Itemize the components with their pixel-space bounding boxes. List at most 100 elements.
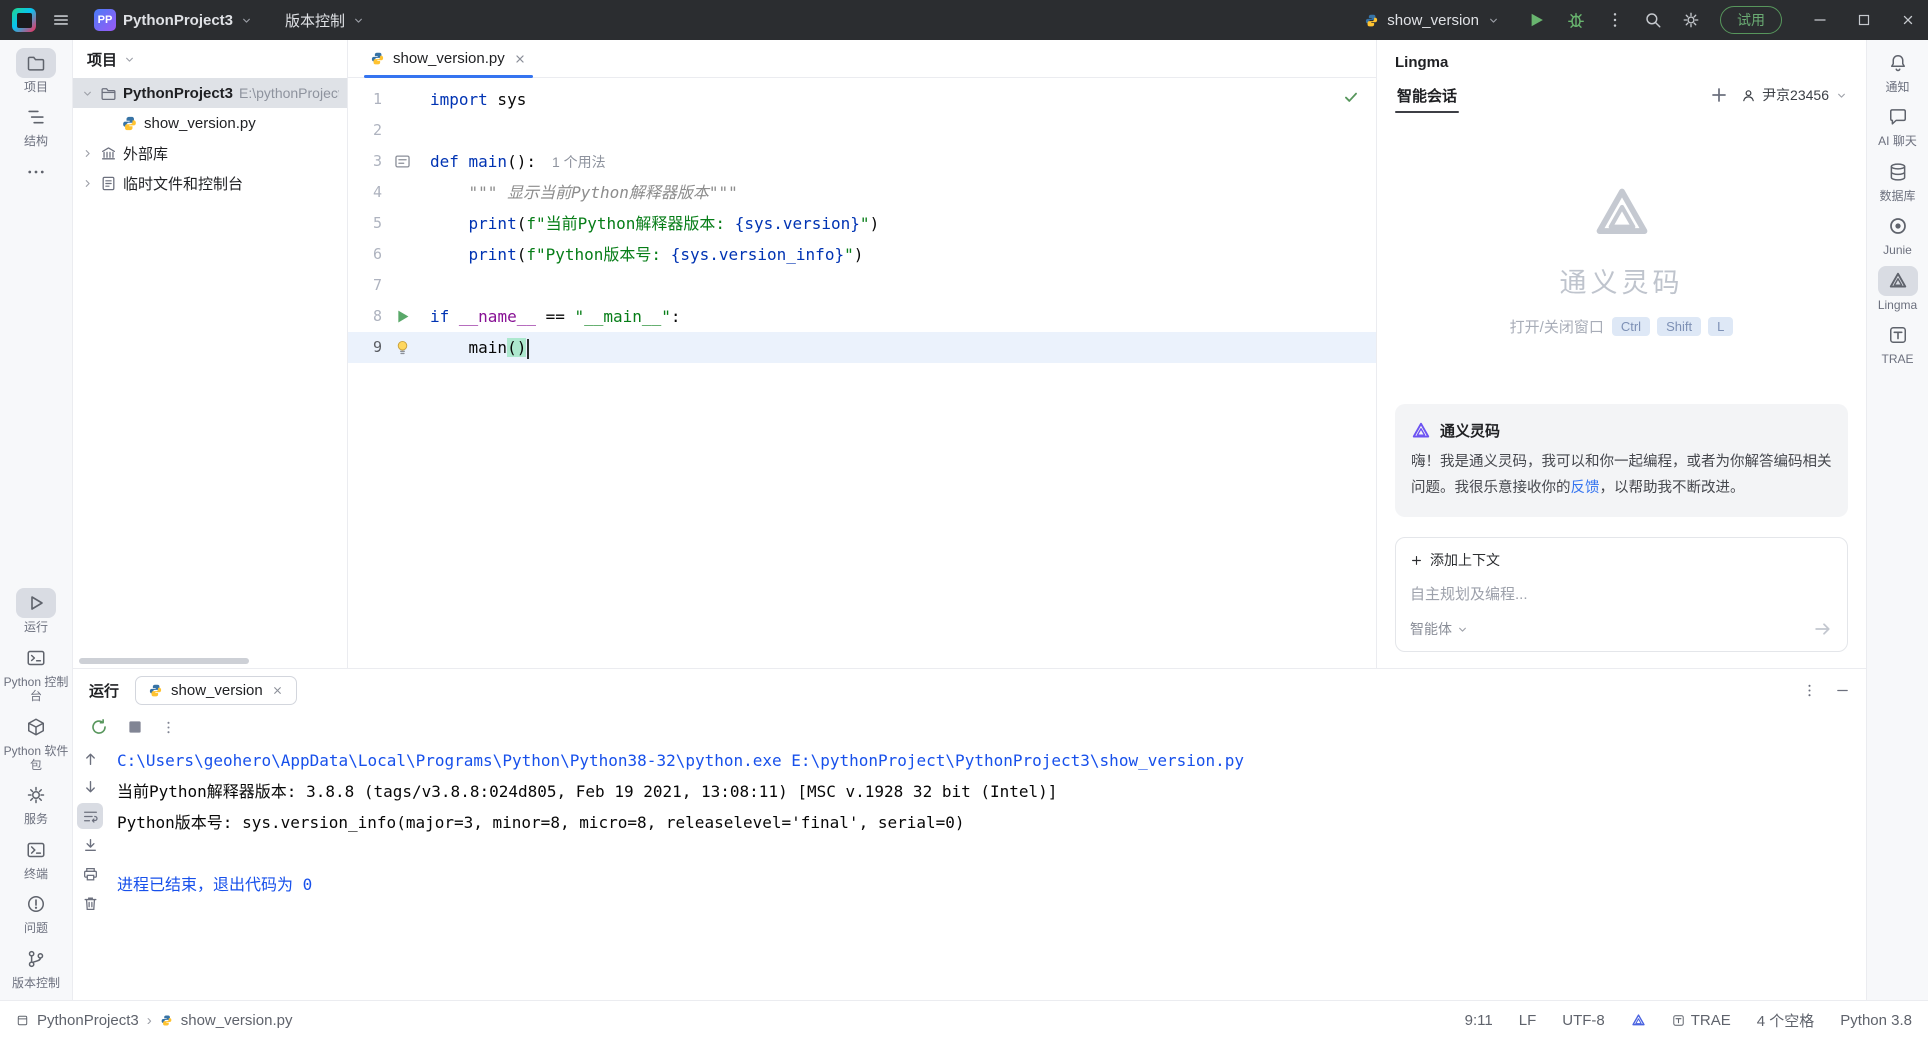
print-button[interactable] — [77, 861, 103, 887]
tool-button-play[interactable]: 运行 — [0, 588, 72, 634]
chevron-down-icon[interactable] — [81, 87, 94, 100]
tool-button-chat[interactable]: AI 聊天 — [1867, 102, 1928, 148]
code-line[interactable]: 1 import sys — [348, 84, 1376, 115]
project-widget[interactable]: PP PythonProject3 — [86, 5, 261, 35]
vcs-widget[interactable]: 版本控制 — [277, 6, 373, 35]
tool-button-lingma[interactable]: Lingma — [1867, 265, 1928, 312]
line-separator[interactable]: LF — [1519, 1012, 1537, 1029]
editor-tabbar: show_version.py — [348, 40, 1376, 78]
editor-tab[interactable]: show_version.py — [358, 40, 539, 78]
python-file-icon — [160, 1014, 173, 1027]
code-line[interactable]: 8 if __name__ == "__main__": — [348, 301, 1376, 332]
code-line[interactable]: 4 """ 显示当前Python解释器版本""" — [348, 177, 1376, 208]
up-button[interactable] — [77, 745, 103, 771]
pycharm-window: PP PythonProject3 版本控制 show_version 试用 项… — [0, 0, 1928, 1040]
trae-status-widget[interactable]: TRAE — [1672, 1012, 1731, 1029]
chevron-down-icon[interactable] — [123, 53, 136, 66]
tab-smart-chat[interactable]: 智能会话 — [1395, 76, 1460, 115]
softwrap-button[interactable] — [77, 803, 103, 829]
tool-button-folder[interactable]: 项目 — [0, 48, 72, 94]
tool-button-vcs[interactable]: 版本控制 — [0, 944, 72, 990]
tool-button-trae[interactable]: TRAE — [1867, 320, 1928, 366]
run-config-selector[interactable]: show_version — [1358, 8, 1506, 33]
chevron-right-icon[interactable] — [81, 177, 94, 190]
tool-button-structure[interactable]: 结构 — [0, 102, 72, 148]
inspection-ok-icon[interactable] — [1342, 88, 1360, 106]
tool-button-package[interactable]: Python 软件包 — [0, 712, 72, 773]
tool-button-more[interactable] — [0, 157, 72, 187]
code-line[interactable]: 9 main() — [348, 332, 1376, 363]
lingma-status-icon[interactable] — [1631, 1013, 1646, 1028]
horizontal-scrollbar[interactable] — [79, 658, 249, 664]
trial-button[interactable]: 试用 — [1720, 6, 1782, 34]
bulb-icon[interactable] — [393, 338, 412, 357]
send-icon[interactable] — [1813, 619, 1833, 639]
key-chip: Ctrl — [1611, 316, 1651, 336]
indent-setting[interactable]: 4 个空格 — [1757, 1010, 1815, 1031]
tool-button-junie[interactable]: Junie — [1867, 211, 1928, 257]
code-line[interactable]: 5 print(f"当前Python解释器版本: {sys.version}") — [348, 208, 1376, 239]
agent-mode-selector[interactable]: 智能体 — [1410, 619, 1469, 639]
lingma-hero-title: 通义灵码 — [1559, 267, 1684, 298]
scrollend-button[interactable] — [77, 832, 103, 858]
close-tab-icon[interactable] — [271, 684, 284, 697]
breadcrumb-project[interactable]: PythonProject3 — [37, 1012, 139, 1029]
more-options-icon[interactable] — [1802, 683, 1817, 698]
shortcut-label: 打开/关闭窗口 — [1509, 318, 1604, 336]
tool-label: 数据库 — [1879, 188, 1916, 203]
code-editor[interactable]: 1 import sys 2 3 def main(): 1 个用法 4 """ 显示当前P… — [348, 78, 1376, 668]
down-button[interactable] — [77, 774, 103, 800]
lingma-chat-input[interactable]: 添加上下文 自主规划及编程... 智能体 — [1395, 537, 1848, 652]
user-account-selector[interactable]: 尹京23456 — [1741, 85, 1848, 105]
junie-icon — [1888, 216, 1908, 236]
tool-button-pyconsole[interactable]: Python 控制台 — [0, 643, 72, 704]
feedback-link[interactable]: 反馈 — [1571, 480, 1600, 496]
search-icon[interactable] — [1644, 11, 1662, 29]
gear-icon[interactable] — [1682, 11, 1700, 29]
code-line[interactable]: 6 print(f"Python版本号: {sys.version_info}"… — [348, 239, 1376, 270]
code-text: print(f"Python版本号: {sys.version_info}") — [468, 245, 864, 264]
file-encoding[interactable]: UTF-8 — [1562, 1012, 1605, 1029]
code-line[interactable]: 7 — [348, 270, 1376, 301]
chevron-right-icon[interactable] — [81, 147, 94, 160]
minimize-icon[interactable] — [1812, 12, 1828, 28]
tool-button-terminal[interactable]: 终端 — [0, 835, 72, 881]
rerun-icon[interactable] — [89, 717, 109, 737]
caret-position[interactable]: 9:11 — [1465, 1012, 1493, 1029]
tool-button-bell[interactable]: 通知 — [1867, 48, 1928, 94]
chat-input-placeholder[interactable]: 自主规划及编程... — [1410, 583, 1833, 604]
python-interpreter[interactable]: Python 3.8 — [1840, 1012, 1912, 1029]
close-icon[interactable] — [1900, 12, 1916, 28]
new-chat-icon[interactable] — [1709, 85, 1729, 105]
maximize-icon[interactable] — [1856, 12, 1872, 28]
add-context-button[interactable]: 添加上下文 — [1410, 550, 1833, 570]
line-number: 9 — [372, 338, 382, 356]
card-text-after: ，以帮助我不断改进。 — [1599, 479, 1745, 496]
tree-row-file[interactable]: show_version.py — [73, 108, 347, 138]
run-button[interactable] — [1526, 10, 1546, 30]
stop-icon[interactable] — [125, 717, 145, 737]
console-output[interactable]: C:\Users\geohero\AppData\Local\Programs\… — [107, 743, 1866, 1000]
tool-button-db[interactable]: 数据库 — [1867, 157, 1928, 203]
usage-icon[interactable] — [393, 152, 412, 171]
tool-button-services[interactable]: 服务 — [0, 780, 72, 826]
breadcrumb-file[interactable]: show_version.py — [181, 1012, 293, 1029]
hide-panel-icon[interactable] — [1835, 683, 1850, 698]
main-menu-icon[interactable] — [52, 11, 70, 29]
run-tab[interactable]: show_version — [135, 675, 297, 705]
tree-row-project-root[interactable]: PythonProject3 E:\pythonProject\P — [73, 78, 347, 108]
more-options-icon[interactable] — [161, 720, 176, 735]
tool-label: Lingma — [1877, 297, 1918, 312]
tree-row-scratches[interactable]: 临时文件和控制台 — [73, 168, 347, 198]
tool-button-problems[interactable]: 问题 — [0, 889, 72, 935]
code-line[interactable]: 2 — [348, 115, 1376, 146]
close-tab-icon[interactable] — [513, 52, 527, 66]
play-icon — [26, 593, 46, 613]
debug-button[interactable] — [1566, 10, 1586, 30]
run-icon[interactable] — [393, 307, 412, 326]
code-line[interactable]: 3 def main(): 1 个用法 — [348, 146, 1376, 177]
more-actions-icon[interactable] — [1606, 11, 1624, 29]
trash-button[interactable] — [77, 890, 103, 916]
tree-row-external-libraries[interactable]: 外部库 — [73, 138, 347, 168]
